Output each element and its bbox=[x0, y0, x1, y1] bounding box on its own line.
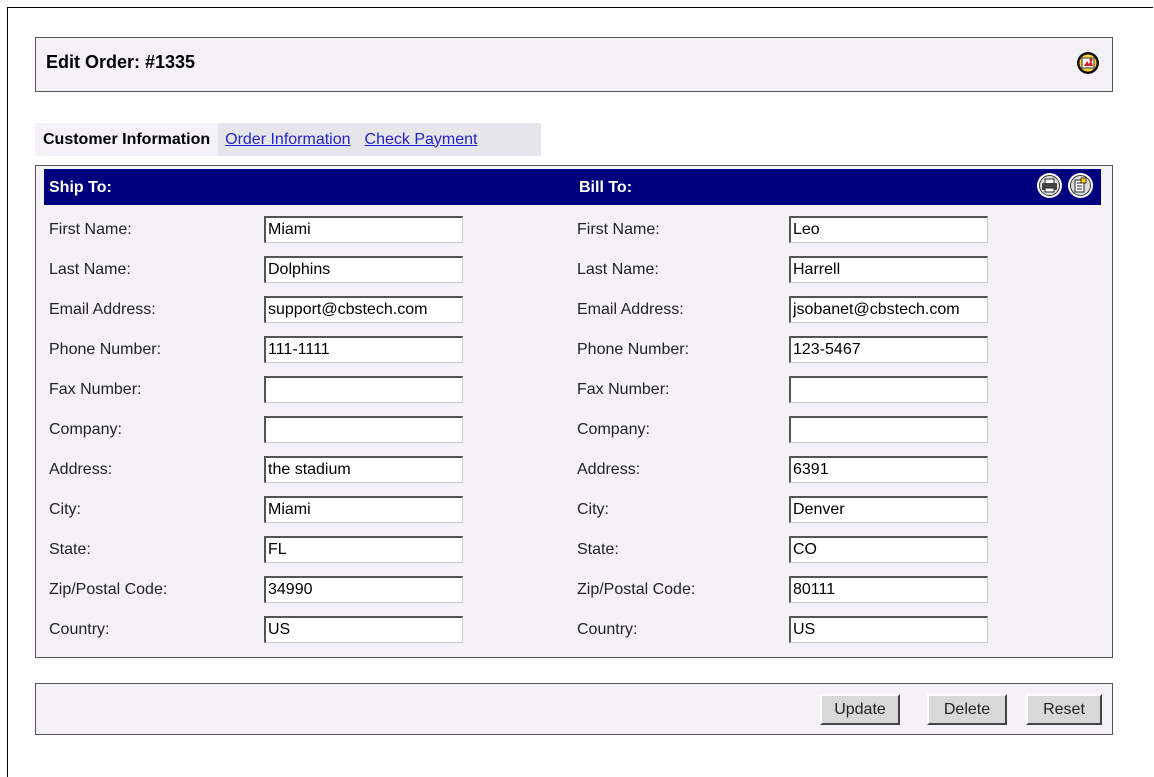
ship-zip-postal-code-input[interactable]: 34990 bbox=[264, 576, 463, 603]
bill-company-input[interactable] bbox=[789, 416, 988, 443]
bill-address-input[interactable]: 6391 bbox=[789, 456, 988, 483]
ship-label-state: State: bbox=[49, 541, 91, 558]
bill-label-phone-number: Phone Number: bbox=[577, 341, 690, 358]
ship-label-zip-postal-code: Zip/Postal Code: bbox=[49, 581, 168, 598]
bill-label-city: City: bbox=[577, 501, 609, 518]
ship-label-last-name: Last Name: bbox=[49, 261, 131, 278]
print-icon[interactable] bbox=[1037, 173, 1062, 198]
ship-state-input[interactable]: FL bbox=[264, 536, 463, 563]
map-icon[interactable] bbox=[1076, 51, 1100, 75]
ship-email-address-input[interactable]: support@cbstech.com bbox=[264, 296, 463, 323]
ship-label-email-address: Email Address: bbox=[49, 301, 156, 318]
ship-company-input[interactable] bbox=[264, 416, 463, 443]
bill-email-address-input[interactable]: jsobanet@cbstech.com bbox=[789, 296, 988, 323]
ship-fax-number-input[interactable] bbox=[264, 376, 463, 403]
ship-last-name-input[interactable]: Dolphins bbox=[264, 256, 463, 283]
ship-label-city: City: bbox=[49, 501, 81, 518]
tab-order-information[interactable]: Order Information bbox=[218, 123, 357, 156]
bill-label-country: Country: bbox=[577, 621, 638, 638]
bill-label-fax-number: Fax Number: bbox=[577, 381, 670, 398]
bill-label-last-name: Last Name: bbox=[577, 261, 659, 278]
bill-first-name-input[interactable]: Leo bbox=[789, 216, 988, 243]
bill-fax-number-input[interactable] bbox=[789, 376, 988, 403]
customer-info-panel: Ship To: Bill To: First Name: Miami Last N… bbox=[35, 165, 1113, 658]
tab-check-payment[interactable]: Check Payment bbox=[358, 123, 485, 156]
bill-label-company: Company: bbox=[577, 421, 650, 438]
ship-label-phone-number: Phone Number: bbox=[49, 341, 162, 358]
bill-label-first-name: First Name: bbox=[577, 221, 660, 238]
tab-bar: Customer Information Order Information C… bbox=[35, 123, 541, 156]
bill-label-address: Address: bbox=[577, 461, 641, 478]
ship-address-input[interactable]: the stadium bbox=[264, 456, 463, 483]
tab-customer-information[interactable]: Customer Information bbox=[35, 123, 219, 156]
ship-first-name-input[interactable]: Miami bbox=[264, 216, 463, 243]
ship-country-input[interactable]: US bbox=[264, 616, 463, 643]
bill-label-email-address: Email Address: bbox=[577, 301, 684, 318]
ship-label-fax-number: Fax Number: bbox=[49, 381, 142, 398]
reset-button[interactable]: Reset bbox=[1026, 694, 1102, 725]
page-header: Edit Order: #1335 bbox=[35, 37, 1113, 92]
bill-phone-number-input[interactable]: 123-5467 bbox=[789, 336, 988, 363]
bill-label-state: State: bbox=[577, 541, 619, 558]
ship-phone-number-input[interactable]: 111-1111 bbox=[264, 336, 463, 363]
ship-to-heading: Ship To: bbox=[49, 179, 112, 196]
ship-label-company: Company: bbox=[49, 421, 122, 438]
delete-button[interactable]: Delete bbox=[927, 694, 1007, 725]
bill-country-input[interactable]: US bbox=[789, 616, 988, 643]
bill-city-input[interactable]: Denver bbox=[789, 496, 988, 523]
ship-label-address: Address: bbox=[49, 461, 113, 478]
action-bar: Update Delete Reset bbox=[35, 683, 1113, 735]
bill-zip-postal-code-input[interactable]: 80111 bbox=[789, 576, 988, 603]
page-title: Edit Order: #1335 bbox=[46, 52, 196, 72]
panel-header: Ship To: Bill To: bbox=[44, 169, 1101, 205]
update-button[interactable]: Update bbox=[820, 694, 900, 725]
bill-last-name-input[interactable]: Harrell bbox=[789, 256, 988, 283]
copy-icon[interactable] bbox=[1068, 173, 1093, 198]
bill-state-input[interactable]: CO bbox=[789, 536, 988, 563]
bill-to-heading: Bill To: bbox=[579, 179, 633, 196]
ship-city-input[interactable]: Miami bbox=[264, 496, 463, 523]
bill-label-zip-postal-code: Zip/Postal Code: bbox=[577, 581, 696, 598]
ship-label-country: Country: bbox=[49, 621, 110, 638]
ship-label-first-name: First Name: bbox=[49, 221, 132, 238]
